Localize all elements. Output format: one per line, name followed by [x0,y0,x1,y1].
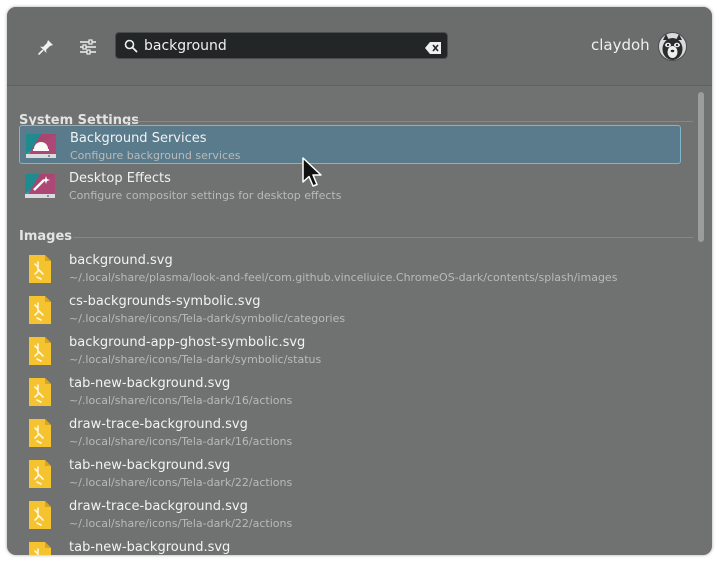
configure-sliders-icon [80,39,96,55]
section-title-images: Images [19,229,73,244]
result-title: background.svg [69,253,173,268]
result-title: cs-backgrounds-symbolic.svg [69,294,261,309]
result-title: tab-new-background.svg [69,540,231,555]
search-results: System Settings Background Services Conf… [7,86,712,555]
section-divider [128,121,693,122]
result-title: draw-trace-background.svg [69,417,248,432]
system-settings-icon [25,174,55,198]
search-input[interactable] [144,35,414,56]
section-divider [73,237,693,238]
results-scrollbar[interactable] [698,92,704,242]
svg-image-file-icon [29,501,51,529]
result-title: tab-new-background.svg [69,376,231,391]
svg-image-file-icon [29,255,51,283]
result-subtitle: ~/.local/share/plasma/look-and-feel/com.… [69,271,618,284]
result-item-image[interactable]: draw-trace-background.svg ~/.local/share/… [19,412,681,451]
search-field[interactable] [115,32,448,59]
result-item-image[interactable]: tab-new-background.svg~/.local/share/ico… [19,535,681,555]
pin-icon [38,40,53,55]
result-title: Background Services [70,131,207,146]
svg-image-file-icon [29,542,51,555]
svg-image-file-icon [29,337,51,365]
result-subtitle: ~/.local/share/icons/Tela-dark/16/action… [69,435,293,448]
result-title: tab-new-background.svg [69,458,231,473]
configure-button[interactable] [75,34,101,60]
result-item-image[interactable]: tab-new-background.svg ~/.local/share/ico… [19,453,681,492]
result-subtitle: Configure compositor settings for deskto… [69,189,342,202]
result-subtitle: ~/.local/share/icons/Tela-dark/22/action… [69,476,293,489]
result-item-image[interactable]: draw-trace-background.svg ~/.local/share/… [19,494,681,533]
svg-image-file-icon [29,378,51,406]
result-subtitle: ~/.local/share/icons/Tela-dark/symbolic/… [69,353,322,366]
result-subtitle: ~/.local/share/icons/Tela-dark/symbolic/… [69,312,346,325]
pin-button[interactable] [33,34,59,60]
result-item-image[interactable]: background-app-ghost-symbolic.svg ~/.loca… [19,330,681,369]
user-avatar[interactable] [658,32,687,61]
result-item-image[interactable]: cs-backgrounds-symbolic.svg ~/.local/shar… [19,289,681,328]
application-launcher: claydoh System Settings [7,7,712,555]
result-subtitle: ~/.local/share/icons/Tela-dark/22/action… [69,517,293,530]
result-title: draw-trace-background.svg [69,499,248,514]
svg-image-file-icon [29,460,51,488]
result-subtitle: ~/.local/share/icons/Tela-dark/16/action… [69,394,293,407]
clear-search-button[interactable] [425,39,441,58]
user-name[interactable]: claydoh [591,36,650,54]
search-icon [124,39,138,53]
launcher-header: claydoh [7,7,712,85]
svg-image-file-icon [29,296,51,324]
result-item-background-services[interactable]: Background Services Configure background… [19,125,681,164]
result-item-desktop-effects[interactable]: Desktop Effects Configure compositor set… [19,166,681,205]
system-settings-icon [26,134,56,158]
result-item-image[interactable]: tab-new-background.svg ~/.local/share/ico… [19,371,681,410]
mouse-pointer-icon [302,157,322,187]
result-title: background-app-ghost-symbolic.svg [69,335,306,350]
result-title: Desktop Effects [69,171,171,186]
clear-text-icon [425,42,441,54]
svg-image-file-icon [29,419,51,447]
result-item-image[interactable]: background.svg ~/.local/share/plasma/look… [19,248,681,287]
result-subtitle: Configure background services [70,149,241,162]
